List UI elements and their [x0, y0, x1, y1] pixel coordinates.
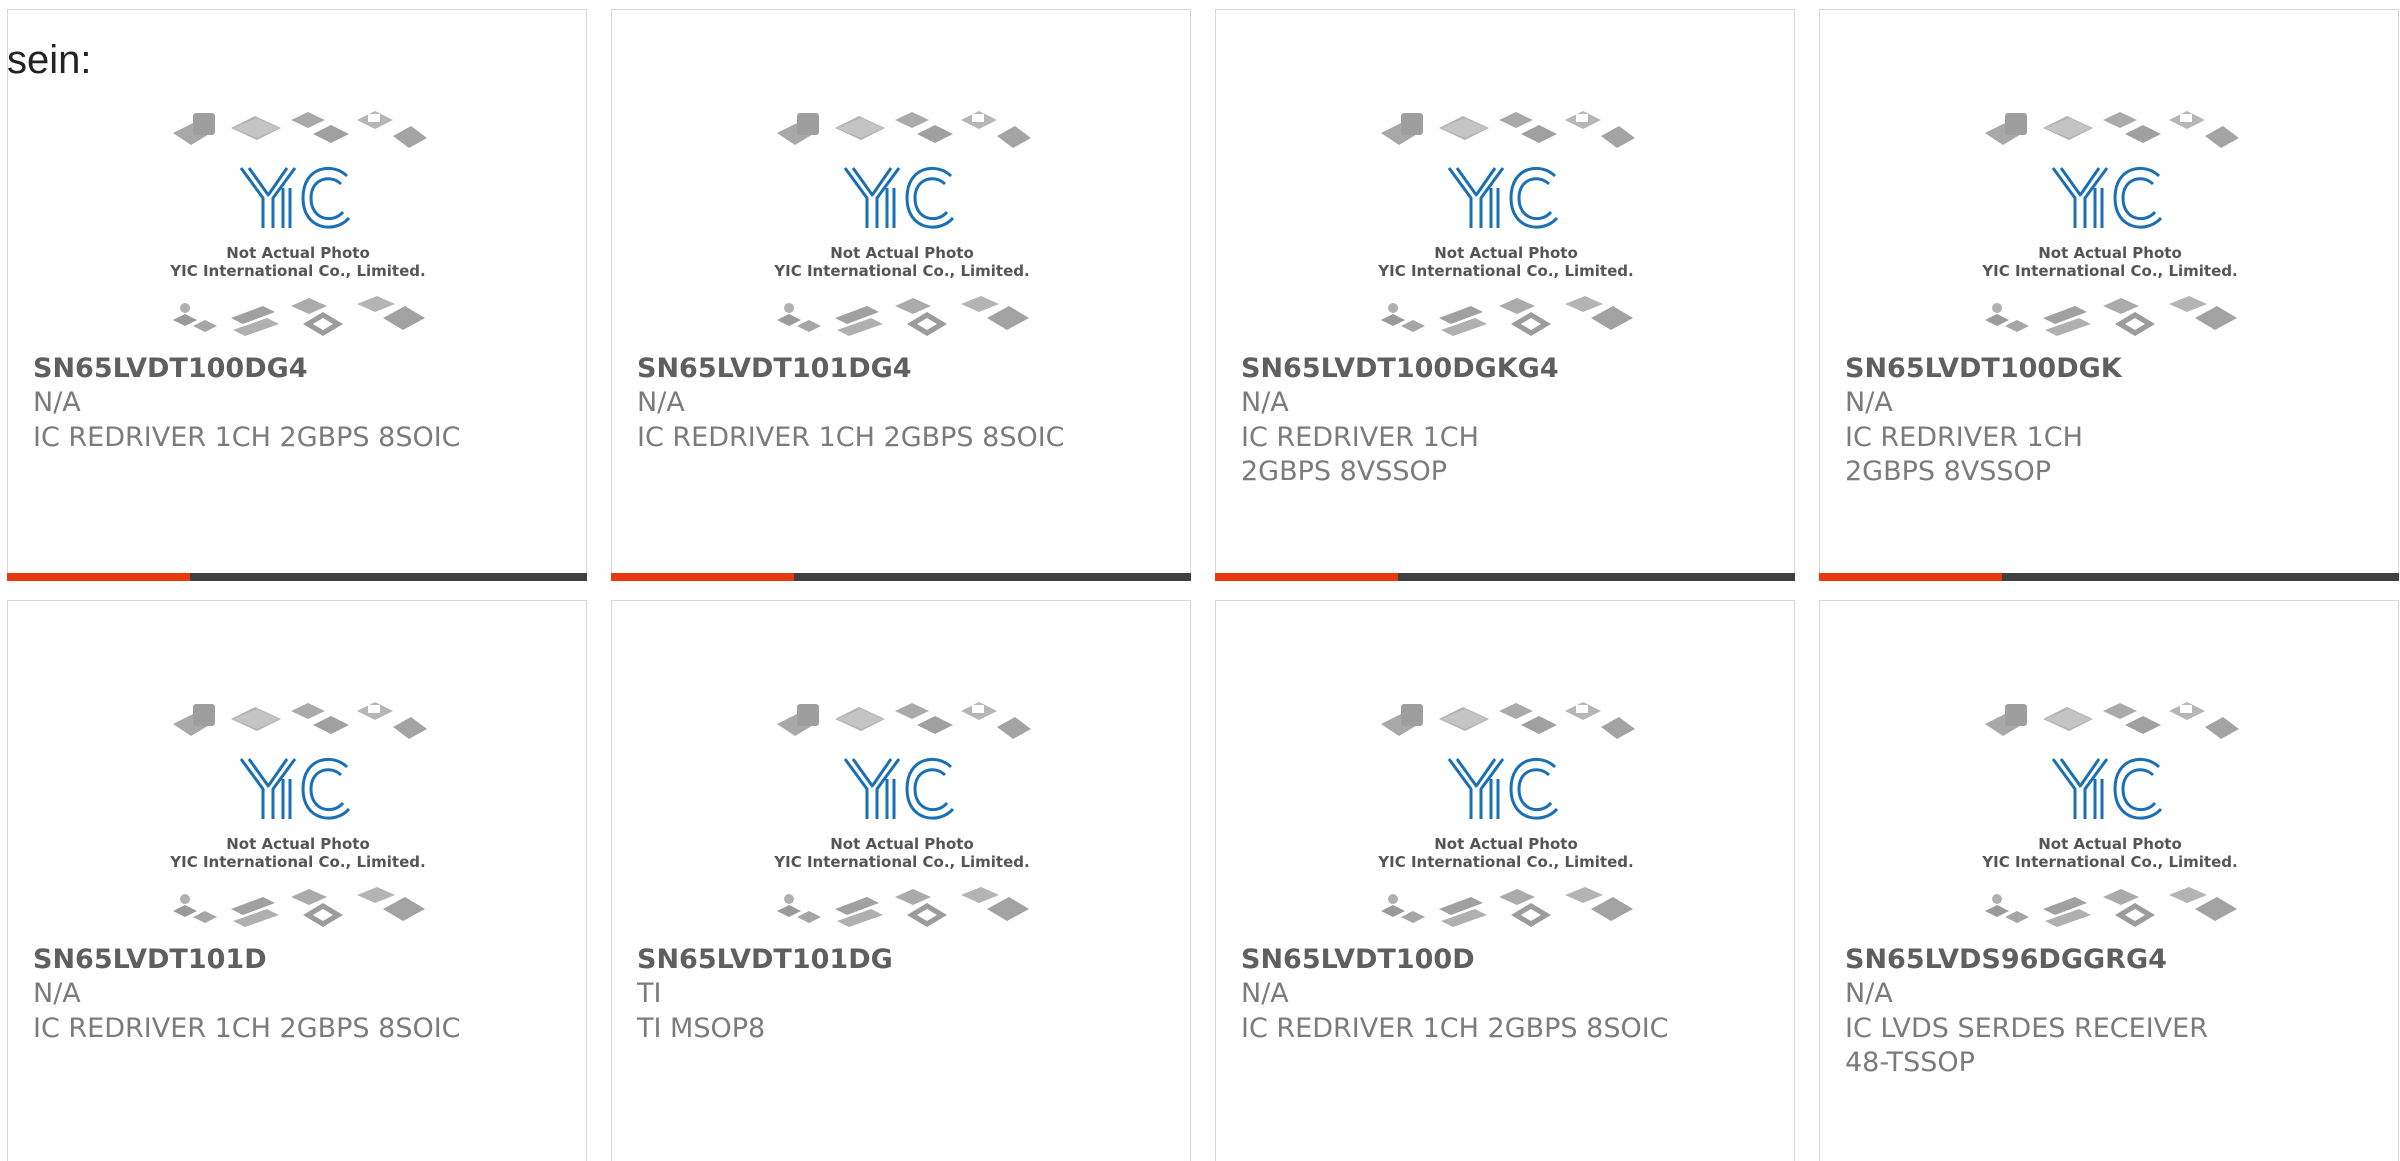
product-description: IC LVDS SERDES RECEIVER 48-TSSOP — [1845, 1013, 2208, 1078]
card-accent-fill — [611, 573, 794, 581]
product-card[interactable]: SN65LVDT101DG4 N/A IC REDRIVER 1CH 2GBPS… — [611, 9, 1191, 581]
product-manufacturer: N/A — [637, 387, 685, 418]
product-photo — [163, 98, 433, 348]
product-description: IC REDRIVER 1CH 2GBPS 8SOIC — [33, 422, 461, 453]
product-part-number[interactable]: SN65LVDT100D — [1241, 944, 1475, 975]
product-description: IC REDRIVER 1CH 2GBPS 8SOIC — [637, 422, 1065, 453]
product-manufacturer: TI — [637, 978, 662, 1009]
product-card[interactable]: SN65LVDT100D N/A IC REDRIVER 1CH 2GBPS 8… — [1215, 600, 1795, 1161]
product-description: TI MSOP8 — [637, 1013, 766, 1044]
card-accent-fill — [1215, 573, 1398, 581]
product-card[interactable]: SN65LVDT101DG TI TI MSOP8 — [611, 600, 1191, 1161]
lead-text: sein: — [7, 38, 92, 82]
product-manufacturer: N/A — [1241, 387, 1289, 418]
product-photo — [1371, 689, 1641, 939]
product-photo — [1371, 98, 1641, 348]
product-part-number[interactable]: SN65LVDT101D — [33, 944, 267, 975]
product-card[interactable]: SN65LVDT101D N/A IC REDRIVER 1CH 2GBPS 8… — [7, 600, 587, 1161]
product-photo — [767, 98, 1037, 348]
card-accent-bar — [1819, 573, 2399, 581]
product-photo — [1975, 98, 2245, 348]
product-part-number[interactable]: SN65LVDT100DGKG4 — [1241, 353, 1559, 384]
product-card[interactable]: SN65LVDT100DG4 N/A IC REDRIVER 1CH 2GBPS… — [7, 9, 587, 581]
card-accent-fill — [7, 573, 190, 581]
product-photo — [1975, 689, 2245, 939]
product-card[interactable]: SN65LVDT100DGK N/A IC REDRIVER 1CH 2GBPS… — [1819, 9, 2399, 581]
product-part-number[interactable]: SN65LVDT101DG4 — [637, 353, 912, 384]
card-accent-fill — [1819, 573, 2002, 581]
product-manufacturer: N/A — [1845, 978, 1893, 1009]
card-accent-bar — [7, 573, 587, 581]
product-manufacturer: N/A — [1241, 978, 1289, 1009]
product-manufacturer: N/A — [33, 387, 81, 418]
product-photo — [767, 689, 1037, 939]
product-manufacturer: N/A — [1845, 387, 1893, 418]
product-grid-page: sein: SN65LVDT100DG4 N/A IC REDRIVER 1CH… — [0, 0, 2400, 1161]
product-description: IC REDRIVER 1CH 2GBPS 8VSSOP — [1241, 422, 1479, 487]
product-part-number[interactable]: SN65LVDT101DG — [637, 944, 893, 975]
product-part-number[interactable]: SN65LVDT100DG4 — [33, 353, 308, 384]
product-description: IC REDRIVER 1CH 2GBPS 8VSSOP — [1845, 422, 2083, 487]
product-card[interactable]: SN65LVDT100DGKG4 N/A IC REDRIVER 1CH 2GB… — [1215, 9, 1795, 581]
product-part-number[interactable]: SN65LVDS96DGGRG4 — [1845, 944, 2167, 975]
product-manufacturer: N/A — [33, 978, 81, 1009]
product-description: IC REDRIVER 1CH 2GBPS 8SOIC — [1241, 1013, 1669, 1044]
product-photo — [163, 689, 433, 939]
product-part-number[interactable]: SN65LVDT100DGK — [1845, 353, 2122, 384]
card-accent-bar — [611, 573, 1191, 581]
product-description: IC REDRIVER 1CH 2GBPS 8SOIC — [33, 1013, 461, 1044]
card-accent-bar — [1215, 573, 1795, 581]
product-card[interactable]: SN65LVDS96DGGRG4 N/A IC LVDS SERDES RECE… — [1819, 600, 2399, 1161]
